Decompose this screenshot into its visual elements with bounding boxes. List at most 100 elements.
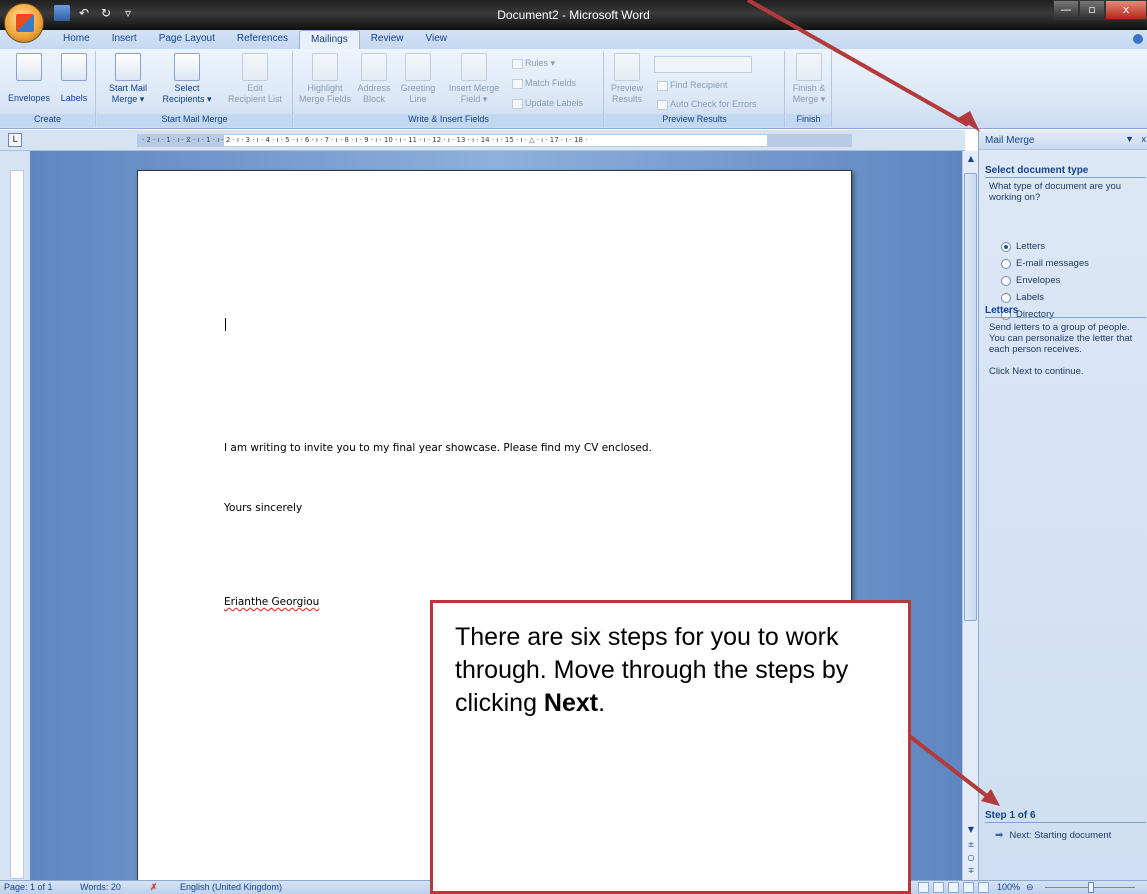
scroll-down-icon[interactable]: ▼ — [965, 824, 977, 836]
outline-view-icon[interactable] — [963, 882, 974, 893]
office-logo-icon — [16, 14, 34, 32]
tab-mailings[interactable]: Mailings — [299, 30, 360, 49]
print-layout-view-icon[interactable] — [918, 882, 929, 893]
title-bar: ↶ ↻ ▿ Document2 - Microsoft Word — ▫ x — [0, 0, 1147, 30]
ruler-marks: · 2 · ı · 1 · ı · ⧖ · ı · 1 · ı · 2 · ı … — [142, 136, 588, 144]
finish-merge-button[interactable]: Finish & Merge ▾ — [788, 53, 830, 105]
preview-results-button[interactable]: Preview Results — [607, 53, 647, 105]
match-fields-button[interactable]: Match Fields — [512, 78, 576, 89]
option-label: E-mail messages — [1016, 258, 1089, 269]
zoom-out-icon[interactable]: ⊖ — [1026, 882, 1034, 893]
zoom-level[interactable]: 100% — [997, 882, 1020, 892]
zoom-slider-thumb[interactable] — [1088, 882, 1094, 893]
office-button[interactable] — [4, 3, 44, 43]
group-label-start-mail-merge: Start Mail Merge — [97, 114, 292, 127]
auto-check-errors-button[interactable]: Auto Check for Errors — [657, 99, 757, 110]
task-pane-close-icon[interactable]: x — [1142, 134, 1147, 144]
option-e-mail-messages[interactable]: E-mail messages — [1001, 258, 1089, 269]
word-count[interactable]: Words: 20 — [80, 882, 121, 892]
body-paragraph[interactable]: I am writing to invite you to my final y… — [224, 442, 652, 454]
rules-icon — [512, 58, 523, 69]
browse-object-icon[interactable]: ○ — [965, 852, 977, 864]
web-layout-icon[interactable] — [948, 882, 959, 893]
radio-icon[interactable] — [1001, 292, 1011, 303]
horizontal-ruler-bar: L · 2 · ı · 1 · ı · ⧖ · ı · 1 · ı · 2 · … — [0, 130, 965, 151]
vertical-ruler[interactable] — [10, 170, 24, 879]
edit-list-icon — [242, 53, 268, 81]
highlight-merge-fields-button[interactable]: Highlight Merge Fields — [298, 53, 352, 105]
ribbon-tabs: Home Insert Page Layout References Mailings R… — [0, 30, 1147, 49]
task-pane-title: Mail Merge — [985, 135, 1035, 146]
group-label-preview: Preview Results — [605, 114, 784, 127]
insert-merge-field-button[interactable]: Insert Merge Field ▾ — [442, 53, 506, 105]
window-controls: — ▫ x — [1053, 0, 1147, 20]
maximize-button[interactable]: ▫ — [1079, 0, 1105, 20]
tab-view[interactable]: View — [415, 30, 459, 49]
text-cursor — [225, 318, 226, 331]
page-count[interactable]: Page: 1 of 1 — [4, 882, 53, 892]
scrollbar-thumb[interactable] — [964, 173, 977, 621]
close-button[interactable]: x — [1105, 0, 1147, 20]
radio-icon[interactable] — [1001, 241, 1011, 252]
record-navigation[interactable] — [654, 56, 752, 73]
select-recipients-button[interactable]: Select Recipients ▾ — [155, 53, 219, 105]
full-screen-reading-icon[interactable] — [933, 882, 944, 893]
closing-line[interactable]: Yours sincerely — [224, 502, 302, 514]
proofing-error-icon[interactable]: ✗ — [150, 882, 158, 893]
option-labels[interactable]: Labels — [1001, 292, 1044, 303]
radio-icon[interactable] — [1001, 258, 1011, 269]
next-page-icon[interactable]: ∓ — [965, 865, 977, 877]
next-starting-document-link[interactable]: ➡ Next: Starting document — [995, 830, 1111, 841]
callout-bold-next: Next — [543, 689, 599, 717]
letters-heading: Letters — [985, 305, 1146, 318]
match-fields-icon — [512, 78, 523, 89]
greeting-line-button[interactable]: Greeting Line — [396, 53, 440, 105]
group-label-create: Create — [0, 114, 95, 127]
tab-review[interactable]: Review — [360, 30, 415, 49]
tab-insert[interactable]: Insert — [101, 30, 148, 49]
help-icon[interactable] — [1133, 34, 1143, 44]
address-block-button[interactable]: Address Block — [354, 53, 394, 105]
envelopes-button[interactable]: Envelopes — [4, 53, 54, 104]
auto-check-icon — [657, 99, 668, 110]
radio-icon[interactable] — [1001, 275, 1011, 286]
language-indicator[interactable]: English (United Kingdom) — [180, 882, 282, 892]
update-labels-button[interactable]: Update Labels — [512, 98, 583, 109]
select-document-type-heading: Select document type — [985, 165, 1146, 178]
rules-button[interactable]: Rules ▾ — [512, 58, 555, 69]
draft-view-icon[interactable] — [978, 882, 989, 893]
tab-page-layout[interactable]: Page Layout — [148, 30, 226, 49]
find-recipient-button[interactable]: Find Recipient — [657, 80, 728, 91]
group-write-insert-fields: Highlight Merge Fields Address Block Gre… — [294, 51, 604, 127]
option-label: Letters — [1016, 241, 1046, 252]
option-envelopes[interactable]: Envelopes — [1001, 275, 1060, 286]
group-label-finish: Finish — [786, 114, 831, 127]
tab-selector-button[interactable]: L — [8, 133, 22, 147]
step-indicator: Step 1 of 6 — [985, 810, 1146, 823]
tab-home[interactable]: Home — [52, 30, 101, 49]
group-create: Envelopes Labels Create — [0, 51, 96, 127]
window-title: Document2 - Microsoft Word — [497, 8, 650, 22]
ribbon: Envelopes Labels Create Start Mail Merge… — [0, 49, 1147, 129]
tab-references[interactable]: References — [226, 30, 299, 49]
preview-magnifier-icon — [614, 53, 640, 81]
task-pane-menu-icon[interactable]: ▼ — [1125, 134, 1134, 144]
group-start-mail-merge: Start Mail Merge ▾ Select Recipients ▾ E… — [97, 51, 293, 127]
horizontal-ruler[interactable]: · 2 · ı · 1 · ı · ⧖ · ı · 1 · ı · 2 · ı … — [137, 134, 852, 147]
minimize-button[interactable]: — — [1053, 0, 1079, 20]
finish-merge-icon — [796, 53, 822, 81]
vertical-scrollbar[interactable]: ▲ ▼ ± ○ ∓ — [962, 151, 978, 880]
signature-name[interactable]: Erianthe Georgiou — [224, 596, 319, 608]
group-label-write-insert: Write & Insert Fields — [294, 114, 603, 127]
start-mail-merge-icon — [115, 53, 141, 81]
vertical-ruler-bar — [0, 151, 30, 880]
option-letters[interactable]: Letters — [1001, 241, 1045, 252]
scroll-up-icon[interactable]: ▲ — [965, 153, 977, 165]
option-label: Envelopes — [1016, 275, 1061, 286]
previous-page-icon[interactable]: ± — [965, 839, 977, 851]
start-mail-merge-button[interactable]: Start Mail Merge ▾ — [103, 53, 153, 105]
tab-list: Home Insert Page Layout References Mailings R… — [52, 30, 458, 49]
labels-button[interactable]: Labels — [56, 53, 92, 104]
recipients-icon — [174, 53, 200, 81]
edit-recipient-list-button[interactable]: Edit Recipient List — [221, 53, 289, 105]
